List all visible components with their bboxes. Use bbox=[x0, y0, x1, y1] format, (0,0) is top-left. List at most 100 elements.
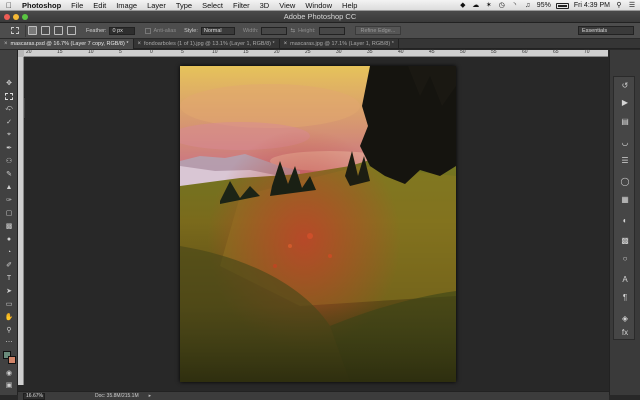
properties-icon[interactable]: ☰ bbox=[618, 155, 632, 167]
workspace-select[interactable]: Essentials bbox=[578, 26, 634, 35]
lasso-icon[interactable]: ⤽ bbox=[3, 104, 15, 114]
menu-photoshop[interactable]: Photoshop bbox=[18, 0, 66, 11]
document-size-info[interactable]: Doc: 35.8M/215.1M bbox=[95, 393, 139, 399]
battery-percent[interactable]: 95% bbox=[537, 2, 551, 9]
spotlight-icon[interactable]: ⚲ bbox=[615, 2, 623, 9]
ruler-tick-label: 50 bbox=[460, 49, 466, 55]
history-icon[interactable]: ↺ bbox=[618, 80, 632, 92]
close-tab-icon[interactable]: × bbox=[4, 41, 8, 47]
tool-preset-picker[interactable] bbox=[4, 24, 26, 37]
crop-icon[interactable]: ⌖ bbox=[3, 130, 15, 140]
menu-select[interactable]: Select bbox=[197, 0, 228, 11]
menu-help[interactable]: Help bbox=[337, 0, 362, 11]
quick-select-icon[interactable]: ✓ bbox=[3, 117, 15, 127]
background-color-swatch[interactable] bbox=[8, 356, 16, 364]
histogram-icon[interactable]: ▤ bbox=[618, 116, 632, 128]
add-to-selection-icon[interactable] bbox=[41, 26, 50, 35]
ruler-origin[interactable] bbox=[18, 50, 24, 57]
menu-view[interactable]: View bbox=[274, 0, 300, 11]
zoom-level-field[interactable]: 16.67% bbox=[23, 392, 45, 400]
shape-icon[interactable]: ▭ bbox=[3, 299, 15, 309]
marquee-icon[interactable] bbox=[3, 91, 15, 101]
height-input[interactable] bbox=[318, 26, 345, 35]
new-selection-icon[interactable] bbox=[28, 26, 37, 35]
cloud-icon[interactable]: ☁ bbox=[472, 2, 480, 9]
libraries-icon[interactable]: ◈ bbox=[618, 313, 632, 325]
style-select[interactable]: Normal bbox=[200, 26, 235, 35]
menu-type[interactable]: Type bbox=[171, 0, 197, 11]
wifi-icon[interactable]: ◝ bbox=[511, 2, 519, 9]
tab-mascaras-psd[interactable]: × mascaras.psd @ 16.7% (Layer 7 copy, RG… bbox=[0, 39, 134, 49]
status-menu-arrow-icon[interactable]: ▸ bbox=[149, 393, 152, 399]
paragraph-icon[interactable]: ¶ bbox=[618, 292, 632, 304]
paths-icon[interactable]: ◐ bbox=[618, 215, 632, 227]
landscape-photo bbox=[180, 66, 456, 382]
close-tab-icon[interactable]: × bbox=[284, 41, 288, 47]
tab-mascaras-jpg[interactable]: × mascaras.jpg @ 17.1% (Layer 1, RGB/8) … bbox=[280, 39, 399, 49]
notification-center-icon[interactable]: ☰ bbox=[628, 2, 636, 9]
ruler-tick-label: 5 bbox=[181, 49, 184, 55]
character-icon[interactable]: A bbox=[618, 274, 632, 286]
close-tab-icon[interactable]: × bbox=[138, 41, 142, 47]
menu-layer[interactable]: Layer bbox=[142, 0, 171, 11]
menu-edit[interactable]: Edit bbox=[88, 0, 111, 11]
adjustments-icon[interactable]: ◡ bbox=[618, 137, 632, 149]
document-image[interactable] bbox=[180, 66, 456, 382]
time-machine-icon[interactable]: ◷ bbox=[498, 2, 506, 9]
menu-filter[interactable]: Filter bbox=[228, 0, 255, 11]
intersect-selection-icon[interactable] bbox=[67, 26, 76, 35]
ruler-tick-label: 25 bbox=[305, 49, 311, 55]
width-input[interactable] bbox=[261, 26, 288, 35]
photoshop-screen:  Photoshop File Edit Image Layer Type S… bbox=[0, 0, 640, 400]
eyedropper-icon[interactable]: ✒ bbox=[3, 143, 15, 153]
panel-icon-strip: ↺ ▶ ▤ ◡ ☰ ◯ ▦ ◐ ▩ ○ A ¶ ◈ fx bbox=[613, 76, 635, 340]
swatches-icon[interactable]: ▩ bbox=[618, 235, 632, 247]
volume-icon[interactable]: ♫ bbox=[524, 2, 532, 9]
zoom-icon[interactable]: ⚲ bbox=[3, 325, 15, 335]
history-brush-icon[interactable]: ✑ bbox=[3, 195, 15, 205]
right-panel-dock: ↺ ▶ ▤ ◡ ☰ ◯ ▦ ◐ ▩ ○ A ¶ ◈ fx bbox=[609, 50, 640, 395]
dropbox-icon[interactable]: ◆ bbox=[459, 2, 467, 9]
layers-icon[interactable]: ◯ bbox=[618, 176, 632, 188]
spot-healing-icon[interactable]: ⚇ bbox=[3, 156, 15, 166]
pen-icon[interactable]: ✐ bbox=[3, 260, 15, 270]
menu-image[interactable]: Image bbox=[111, 0, 142, 11]
subtract-from-selection-icon[interactable] bbox=[54, 26, 63, 35]
extra-tools-icon[interactable]: ⋯ bbox=[3, 337, 15, 347]
styles-icon[interactable]: fx bbox=[618, 327, 632, 339]
menu-window[interactable]: Window bbox=[300, 0, 337, 11]
menu-3d[interactable]: 3D bbox=[255, 0, 275, 11]
clone-stamp-icon[interactable]: ▲ bbox=[3, 182, 15, 192]
screen-mode-icon[interactable]: ▣ bbox=[3, 380, 15, 390]
menu-clock[interactable]: Fri 4:39 PM bbox=[574, 2, 610, 9]
antialias-checkbox[interactable] bbox=[145, 27, 152, 34]
tab-label: fondoarboles (1 of 1).jpg @ 13.1% (Layer… bbox=[144, 41, 275, 47]
tab-fondoarboles[interactable]: × fondoarboles (1 of 1).jpg @ 13.1% (Lay… bbox=[134, 39, 280, 49]
width-label: Width: bbox=[242, 27, 259, 34]
battery-icon[interactable] bbox=[555, 2, 569, 9]
bluetooth-icon[interactable]: ✶ bbox=[485, 2, 493, 9]
menu-file[interactable]: File bbox=[66, 0, 88, 11]
channels-icon[interactable]: ▦ bbox=[618, 194, 632, 206]
tab-label: mascaras.jpg @ 17.1% (Layer 1, RGB/8) * bbox=[290, 41, 394, 47]
move-icon[interactable]: ✥ bbox=[3, 78, 15, 88]
horizontal-ruler: 20 15 10 5 0 5 10 15 20 25 30 35 40 45 50 55 60 65 70 bbox=[18, 49, 608, 57]
type-icon[interactable]: T bbox=[3, 273, 15, 283]
brush-icon[interactable]: ✎ bbox=[3, 169, 15, 179]
dodge-icon[interactable]: ◔ bbox=[3, 247, 15, 257]
feather-input[interactable]: 0 px bbox=[109, 26, 136, 35]
swap-dimensions-icon[interactable]: ⇆ bbox=[290, 28, 295, 34]
apple-menu-icon[interactable]:  bbox=[0, 1, 18, 10]
hand-icon[interactable]: ✋ bbox=[3, 312, 15, 322]
actions-icon[interactable]: ▶ bbox=[618, 97, 632, 109]
color-icon[interactable]: ○ bbox=[618, 253, 632, 265]
blur-icon[interactable]: ● bbox=[3, 234, 15, 244]
canvas-area[interactable] bbox=[25, 58, 608, 385]
gradient-icon[interactable]: ▩ bbox=[3, 221, 15, 231]
menu-extras: ◆ ☁ ✶ ◷ ◝ ♫ 95% Fri 4:39 PM ⚲ ☰ bbox=[459, 0, 636, 11]
quick-mask-icon[interactable]: ◉ bbox=[3, 368, 15, 378]
path-select-icon[interactable]: ➤ bbox=[3, 286, 15, 296]
refine-edge-button[interactable]: Refine Edge... bbox=[354, 26, 402, 35]
eraser-icon[interactable]: ▢ bbox=[3, 208, 15, 218]
feather-label: Feather: bbox=[86, 27, 107, 34]
